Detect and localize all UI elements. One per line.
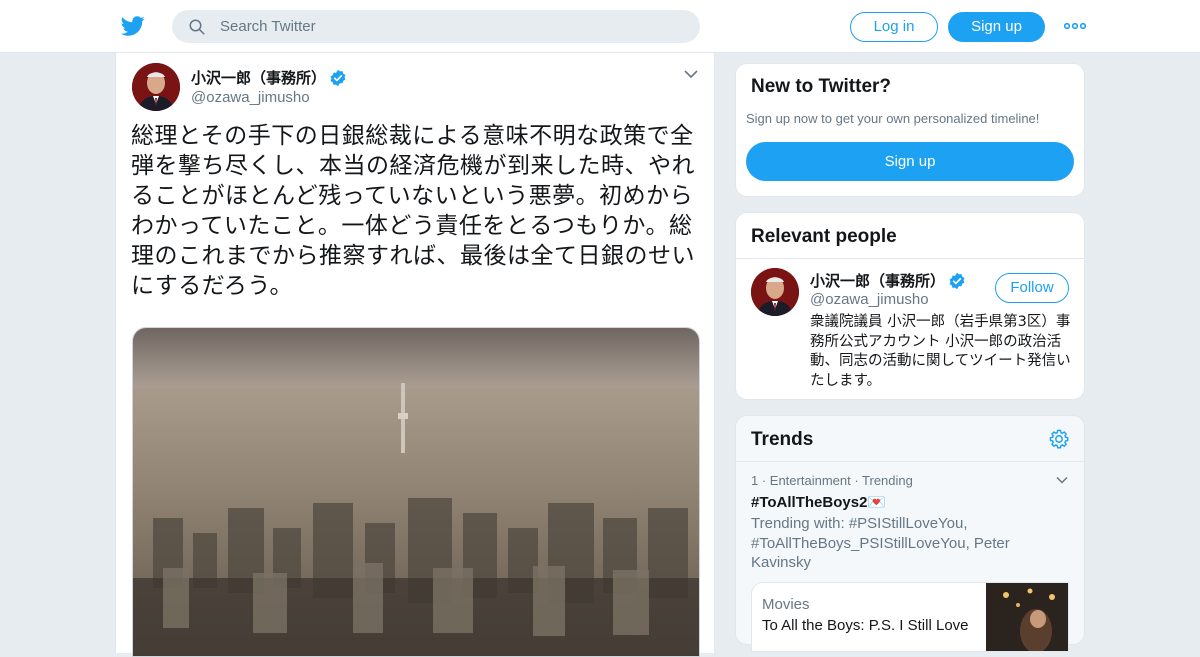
avatar[interactable]	[132, 63, 180, 111]
author-name[interactable]: 小沢一郎（事務所）	[191, 67, 326, 88]
divider	[736, 258, 1084, 259]
chevron-down-icon[interactable]	[1056, 476, 1068, 484]
trends-card: Trends 1 · Entertainment · Trending #ToA…	[735, 415, 1085, 652]
relevant-person-handle[interactable]: @ozawa_jimusho	[810, 291, 929, 308]
relevant-people-card: Relevant people 小沢一郎（事務所） @ozawa_jimusho…	[735, 212, 1085, 400]
new-to-twitter-card: New to Twitter? Sign up now to get your …	[735, 63, 1085, 197]
follow-button[interactable]: Follow	[995, 273, 1069, 303]
new-to-twitter-subtitle: Sign up now to get your own personalized…	[746, 111, 1040, 126]
chevron-down-icon[interactable]	[684, 69, 698, 79]
tweet-photo[interactable]	[132, 327, 700, 657]
verified-icon	[330, 69, 346, 87]
trend-hashtag[interactable]: #ToAllTheBoys2💌	[751, 493, 886, 511]
login-button[interactable]: Log in	[850, 12, 938, 42]
trends-title: Trends	[751, 429, 814, 450]
moment-thumbnail	[986, 583, 1068, 651]
search-icon	[189, 19, 205, 34]
signup-card-button[interactable]: Sign up	[746, 142, 1074, 181]
trend-moment-card[interactable]: Movies To All the Boys: P.S. I Still Lov…	[751, 582, 1069, 652]
avatar[interactable]	[751, 268, 799, 316]
divider	[736, 461, 1084, 462]
moment-title: To All the Boys: P.S. I Still Love	[762, 617, 969, 634]
more-icon[interactable]	[1064, 18, 1086, 34]
avatar-image	[751, 268, 799, 316]
search-input[interactable]	[220, 18, 660, 35]
signup-button[interactable]: Sign up	[948, 12, 1045, 42]
verified-icon	[949, 272, 965, 290]
city-photo	[133, 328, 699, 656]
relevant-people-title: Relevant people	[751, 226, 897, 247]
new-to-twitter-title: New to Twitter?	[751, 76, 892, 97]
author-handle[interactable]: @ozawa_jimusho	[191, 89, 310, 106]
search-box[interactable]	[172, 10, 700, 43]
gear-icon[interactable]	[1048, 428, 1070, 450]
top-bar: Log in Sign up	[0, 0, 1200, 53]
trend-meta: 1 · Entertainment · Trending	[751, 473, 913, 488]
relevant-person-bio: 衆議院議員 小沢一郎（岩手県第3区）事務所公式アカウント 小沢一郎の政治活動、同…	[810, 314, 1071, 389]
avatar-image	[132, 63, 180, 111]
moment-category: Movies	[762, 596, 810, 613]
twitter-bird-icon[interactable]	[120, 14, 146, 38]
tweet-text: 総理とその手下の日銀総裁による意味不明な政策で全弾を撃ち尽くし、本当の経済危機が…	[131, 123, 695, 299]
relevant-person-name[interactable]: 小沢一郎（事務所）	[810, 270, 945, 291]
trend-related: Trending with: #PSIStillLoveYou, #ToAllT…	[751, 515, 1010, 571]
tweet-column: 小沢一郎（事務所） @ozawa_jimusho 総理とその手下の日銀総裁による…	[115, 53, 715, 657]
